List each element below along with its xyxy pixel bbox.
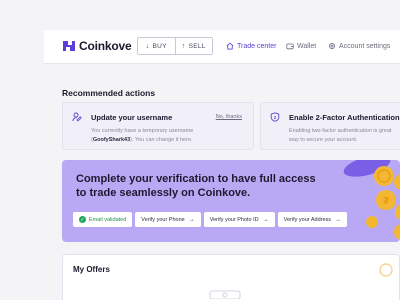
my-offers-title: My Offers [73,265,110,274]
enable-2fa-desc-line1: Enabling two-factor authentication is gr… [289,128,392,134]
verification-title: Complete your verification to have full … [76,173,316,199]
top-navigation-bar: Coinkove ↓ BUY ↑ SELL Trade center Walle… [44,30,400,64]
update-username-title: Update your username [91,113,173,122]
verification-steps: ✓ Email validated Verify your Phone → Ve… [73,212,350,227]
recommended-actions-title: Recommended actions [62,88,156,98]
update-username-card[interactable]: Update your username You currently have … [62,102,254,150]
verify-phone-button[interactable]: Verify your Phone → [135,212,201,227]
verify-address-label: Verify your Address [283,216,332,223]
enable-2fa-desc-line2: way to secure your account. [289,137,358,143]
home-icon [226,42,234,50]
temporary-username: GoofyShark43 [92,137,131,143]
buy-label: BUY [152,42,167,50]
brand-logo[interactable]: Coinkove [62,39,132,53]
arrow-down-icon: ↓ [145,42,150,50]
verify-photo-id-button[interactable]: Verify your Photo ID → [203,212,275,227]
arrow-up-icon: ↑ [181,42,186,50]
check-circle-icon: ✓ [79,216,86,223]
arrow-right-icon: → [335,216,342,223]
enable-2fa-card[interactable]: 2 Enable 2-Factor Authentication Enablin… [260,102,400,150]
coins-illustration: ₮ [343,160,400,240]
my-offers-panel: My Offers [62,254,400,300]
verification-banner: ₮ Complete your verification to have ful… [62,160,400,242]
sell-button[interactable]: ↑ SELL [175,38,212,54]
nav-trade-center[interactable]: Trade center [226,42,276,50]
buy-sell-toggle: ↓ BUY ↑ SELL [137,37,213,55]
enable-2fa-description: Enabling two-factor authentication is gr… [289,127,400,145]
verify-photo-id-label: Verify your Photo ID [209,216,259,223]
empty-state-illustration [209,290,241,299]
gear-icon [329,43,335,49]
update-username-desc-line1: You currently have a temporary username [91,128,194,134]
user-edit-icon [72,112,82,122]
sell-label: SELL [188,42,206,50]
arrow-right-icon: → [188,216,195,223]
email-validated-label: Email validated [89,216,127,223]
coinkove-logo-icon [63,41,75,51]
wallet-icon [286,43,294,50]
svg-text:₮: ₮ [383,196,389,207]
no-thanks-link[interactable]: No, thanks [216,114,242,120]
nav-wallet-label: Wallet [297,42,317,50]
shield-icon: 2 [270,112,280,122]
enable-2fa-title: Enable 2-Factor Authentication [289,113,400,122]
nav-account-settings[interactable]: Account settings [328,42,390,50]
svg-text:2: 2 [274,115,277,120]
verify-phone-label: Verify your Phone [141,216,185,223]
update-username-desc-line2: You can change it here. [134,137,193,143]
brand-name: Coinkove [79,39,132,53]
coin-icon [379,263,393,277]
buy-button[interactable]: ↓ BUY [138,38,176,54]
nav-account-settings-label: Account settings [339,42,391,50]
arrow-right-icon: → [262,216,269,223]
email-validated-chip: ✓ Email validated [73,212,133,227]
nav-trade-center-label: Trade center [237,42,277,50]
verify-address-button[interactable]: Verify your Address → [277,212,348,227]
nav-wallet[interactable]: Wallet [286,42,316,50]
